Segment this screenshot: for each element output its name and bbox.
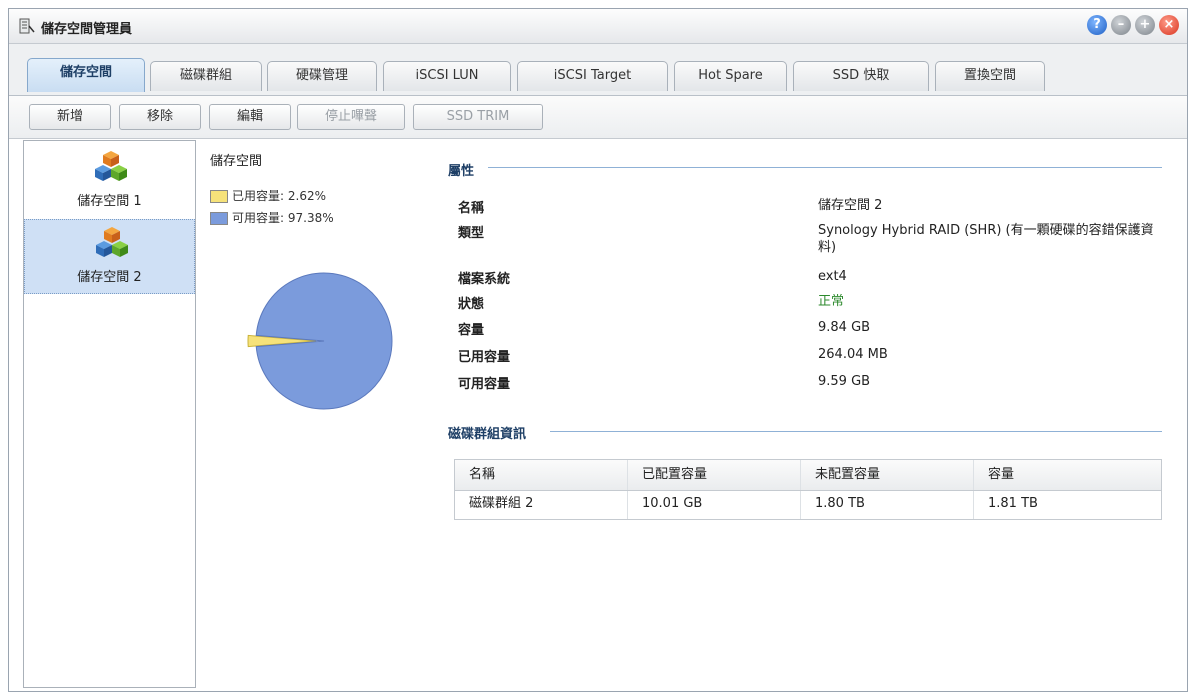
legend-free-value: 97.38% [287,211,334,225]
tab-iscsi-target[interactable]: iSCSI Target [517,61,668,91]
cell-allocated: 10.01 GB [628,491,801,519]
legend-used-value: 2.62% [287,189,326,203]
properties-divider [488,167,1162,168]
tab-bar: 儲存空間 磁碟群組 硬碟管理 iSCSI LUN iSCSI Target Ho… [9,44,1187,96]
cell-unallocated: 1.80 TB [801,491,974,519]
tab-hdd-management[interactable]: 硬碟管理 [267,61,377,91]
prop-value-name: 儲存空間 2 [818,198,883,213]
volume-cubes-icon [96,227,128,257]
prop-value-filesystem: ext4 [818,269,847,284]
prop-value-free: 9.59 GB [818,374,871,389]
disk-group-table: 名稱 已配置容量 未配置容量 容量 磁碟群組 2 10.01 GB 1.80 T… [454,459,1162,520]
help-icon[interactable]: ? [1087,15,1107,35]
prop-value-type: Synology Hybrid RAID (SHR) (有一顆硬碟的容錯保護資料… [818,223,1154,255]
tab-storage-space[interactable]: 儲存空間 [27,58,145,92]
disk-group-divider [550,431,1162,432]
cell-capacity: 1.81 TB [988,496,1038,511]
cell-name: 磁碟群組 2 [455,491,628,519]
prop-label-type: 類型 [458,226,485,241]
disk-group-header: 磁碟群組資訊 [448,427,527,442]
prop-label-name: 名稱 [458,201,485,216]
prop-label-status: 狀態 [458,297,485,312]
tab-iscsi-lun[interactable]: iSCSI LUN [383,61,511,91]
usage-chart-title: 儲存空間 [210,154,263,169]
window-title: 儲存空間管理員 [41,22,133,37]
prop-value-capacity: 9.84 GB [818,320,871,335]
legend-swatch-used [210,190,228,203]
legend-free: 可用容量: 97.38% [210,209,334,225]
table-header: 名稱 已配置容量 未配置容量 容量 [455,460,1161,491]
title-bar: 儲存空間管理員 ? – + × [9,9,1187,44]
window-controls: ? – + × [1087,15,1179,35]
volume-cubes-icon [95,151,127,181]
maximize-icon[interactable]: + [1135,15,1155,35]
volume-label: 儲存空間 2 [77,270,142,285]
legend-used: 已用容量: 2.62% [210,187,326,203]
column-header-capacity[interactable]: 容量 [974,460,1161,490]
prop-label-free: 可用容量 [458,377,511,392]
toolbar: 新增 移除 編輯 停止嗶聲 SSD TRIM [9,96,1187,139]
legend-used-label: 已用容量: [232,189,285,203]
tab-ssd-cache[interactable]: SSD 快取 [793,61,929,91]
storage-manager-window: 儲存空間管理員 ? – + × 儲存空間 磁碟群組 硬碟管理 iSCSI LUN… [8,8,1188,692]
minimize-icon[interactable]: – [1111,15,1131,35]
prop-label-filesystem: 檔案系統 [458,272,511,287]
tab-disk-group[interactable]: 磁碟群組 [150,61,262,91]
legend-swatch-free [210,212,228,225]
volume-details: 儲存空間 已用容量: 2.62% 可用容量: 97.38% 屬性 名稱 儲存空間… [196,140,1171,688]
ssd-trim-button[interactable]: SSD TRIM [413,104,543,130]
volume-label: 儲存空間 1 [77,194,142,209]
volume-item-2[interactable]: 儲存空間 2 [24,219,195,294]
table-row[interactable]: 磁碟群組 2 10.01 GB 1.80 TB 1.81 TB [455,491,1161,519]
edit-button[interactable]: 編輯 [209,104,291,130]
remove-button[interactable]: 移除 [119,104,201,130]
column-header-unallocated[interactable]: 未配置容量 [801,460,974,490]
prop-label-used: 已用容量 [458,350,511,365]
legend-free-label: 可用容量: [232,211,285,225]
usage-pie-chart [247,272,393,410]
prop-label-capacity: 容量 [458,323,485,338]
tab-hot-spare[interactable]: Hot Spare [674,61,787,91]
close-icon[interactable]: × [1159,15,1179,35]
properties-header: 屬性 [448,164,475,179]
add-button[interactable]: 新增 [29,104,111,130]
prop-value-status: 正常 [818,294,845,309]
column-header-allocated[interactable]: 已配置容量 [628,460,801,490]
stop-beep-button[interactable]: 停止嗶聲 [297,104,405,130]
volume-list: 儲存空間 1 儲存空間 2 [23,140,196,688]
prop-value-used: 264.04 MB [818,347,888,362]
volume-item-1[interactable]: 儲存空間 1 [24,144,195,219]
column-header-name[interactable]: 名稱 [455,460,628,490]
storage-manager-icon [19,18,35,34]
tab-swap-space[interactable]: 置換空間 [935,61,1045,91]
